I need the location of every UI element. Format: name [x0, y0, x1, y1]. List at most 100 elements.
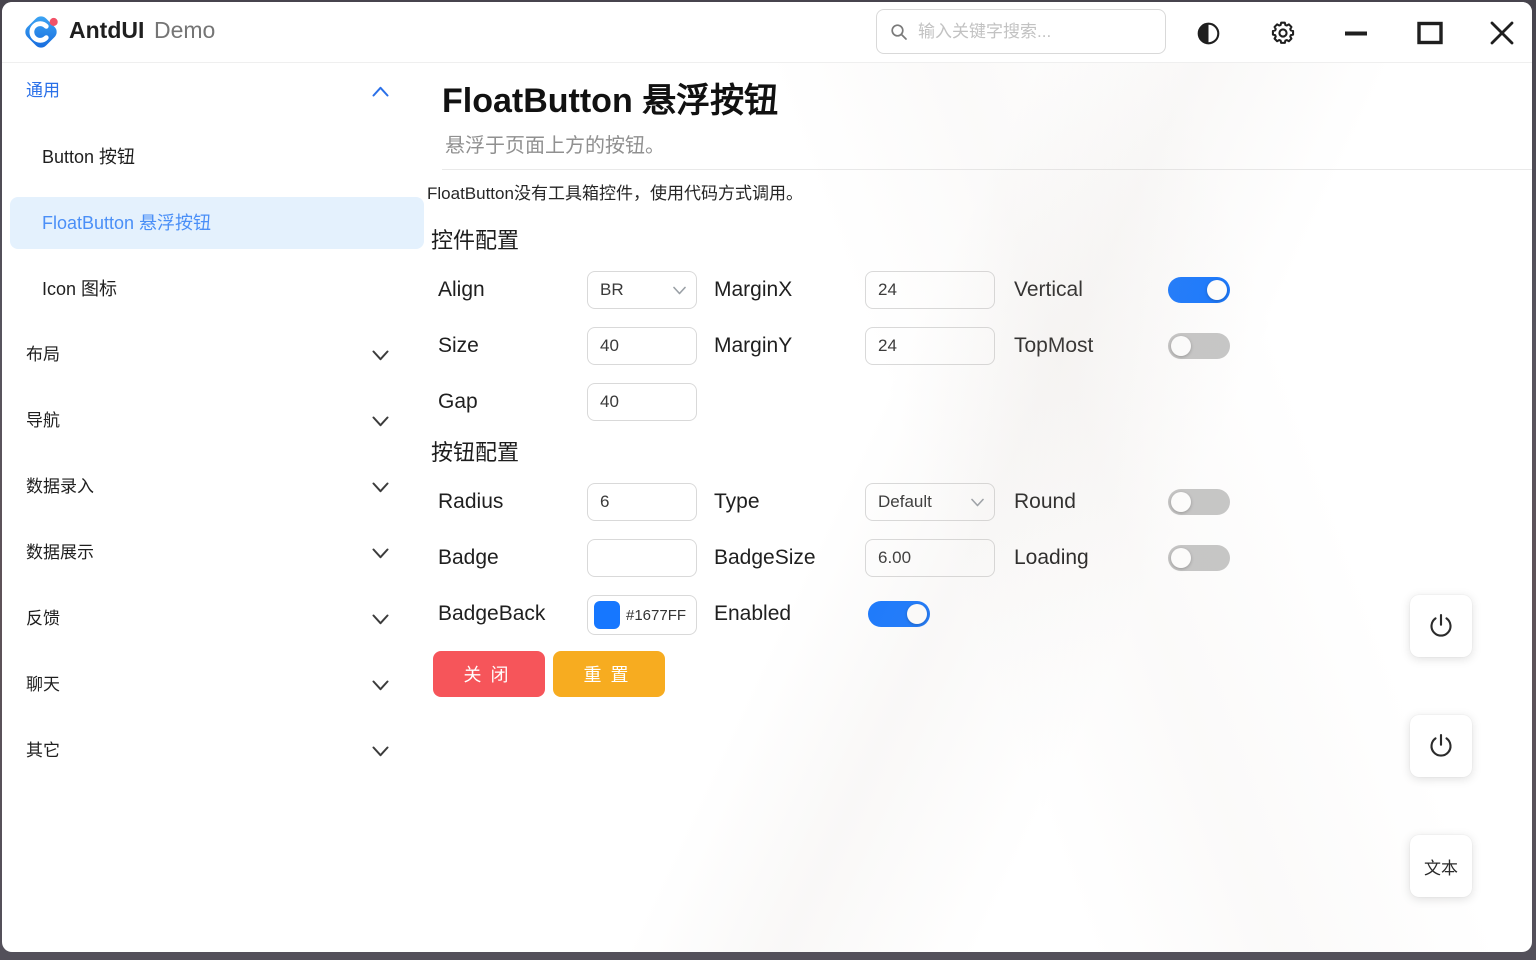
main-content: FloatButton 悬浮按钮 悬浮于页面上方的按钮。 FloatButton… [432, 63, 1532, 952]
divider [442, 169, 1532, 170]
marginx-label: MarginX [714, 275, 792, 305]
radius-label: Radius [438, 487, 503, 517]
maximize-button[interactable] [1412, 15, 1448, 51]
badgeback-value: #1677FF [626, 607, 686, 624]
float-button-power-1[interactable] [1410, 595, 1472, 657]
sidebar-item-floatbutton[interactable]: FloatButton 悬浮按钮 [10, 197, 424, 249]
sidebar-item-button[interactable]: Button 按钮 [10, 131, 424, 183]
toggle-knob [907, 604, 927, 624]
sidebar-group-label: 布局 [26, 340, 60, 370]
search-input[interactable] [916, 21, 1150, 43]
float-button-power-2[interactable] [1410, 715, 1472, 777]
sidebar-group-general[interactable]: 通用 [2, 76, 432, 106]
close-button[interactable]: 关闭 [433, 651, 545, 697]
app-window: AntdUI Demo [2, 2, 1532, 952]
reset-button[interactable]: 重置 [553, 651, 665, 697]
toggle-knob [1171, 336, 1191, 356]
power-icon [1426, 611, 1456, 641]
sidebar-group-data-entry[interactable]: 数据录入 [2, 472, 432, 502]
minimize-button[interactable] [1338, 15, 1374, 51]
float-button-text[interactable]: 文本 [1410, 835, 1472, 897]
sidebar-group-other[interactable]: 其它 [2, 736, 432, 766]
badgesize-label: BadgeSize [714, 543, 816, 573]
sidebar-group-label: 数据展示 [26, 538, 94, 568]
vertical-label: Vertical [1014, 275, 1083, 305]
type-select[interactable]: Default [865, 483, 995, 521]
topmost-toggle[interactable] [1168, 333, 1230, 359]
app-logo-icon [20, 11, 62, 53]
chevron-down-icon [971, 498, 984, 507]
minimize-icon [1344, 21, 1368, 45]
sidebar-group-label: 其它 [26, 736, 60, 766]
toggle-knob [1171, 548, 1191, 568]
sidebar-group-label: 导航 [26, 406, 60, 436]
close-icon [1489, 20, 1515, 46]
sidebar-item-icon[interactable]: Icon 图标 [10, 263, 424, 315]
sidebar-group-layout[interactable]: 布局 [2, 340, 432, 370]
sidebar-item-label: Button 按钮 [42, 143, 135, 171]
radius-input[interactable] [587, 483, 697, 521]
search-box[interactable] [876, 9, 1166, 54]
toggle-knob [1171, 492, 1191, 512]
vertical-toggle[interactable] [1168, 277, 1230, 303]
toggle-knob [1207, 280, 1227, 300]
sidebar-group-label: 反馈 [26, 604, 60, 634]
sidebar-item-label: FloatButton 悬浮按钮 [42, 209, 211, 237]
theme-toggle-button[interactable] [1190, 15, 1226, 51]
align-select[interactable]: BR [587, 271, 697, 309]
sidebar-group-label: 通用 [26, 76, 60, 106]
round-toggle[interactable] [1168, 489, 1230, 515]
align-label: Align [438, 275, 485, 305]
gear-icon [1270, 20, 1296, 46]
marginy-input[interactable] [865, 327, 995, 365]
topmost-label: TopMost [1014, 331, 1093, 361]
chevron-down-icon [372, 548, 389, 559]
close-window-button[interactable] [1484, 15, 1520, 51]
sidebar: 通用 Button 按钮 FloatButton 悬浮按钮 Icon 图标 布局… [2, 63, 432, 952]
round-label: Round [1014, 487, 1076, 517]
badgesize-input[interactable] [865, 539, 995, 577]
chevron-down-icon [673, 286, 686, 295]
gap-label: Gap [438, 387, 478, 417]
sidebar-group-feedback[interactable]: 反馈 [2, 604, 432, 634]
sidebar-group-data-display[interactable]: 数据展示 [2, 538, 432, 568]
loading-toggle[interactable] [1168, 545, 1230, 571]
maximize-icon [1417, 21, 1443, 45]
loading-label: Loading [1014, 543, 1089, 573]
chevron-up-icon [372, 86, 389, 97]
app-title: AntdUI [69, 17, 144, 44]
page-subtitle: 悬浮于页面上方的按钮。 [445, 129, 665, 158]
sidebar-group-chat[interactable]: 聊天 [2, 670, 432, 700]
app-subtitle: Demo [154, 17, 215, 44]
chevron-down-icon [372, 350, 389, 361]
color-swatch [594, 601, 620, 629]
badge-input[interactable] [587, 539, 697, 577]
power-icon [1426, 731, 1456, 761]
titlebar: AntdUI Demo [2, 2, 1532, 63]
sidebar-group-label: 聊天 [26, 670, 60, 700]
chevron-down-icon [372, 482, 389, 493]
chevron-down-icon [372, 614, 389, 625]
enabled-toggle[interactable] [868, 601, 930, 627]
sidebar-group-navigation[interactable]: 导航 [2, 406, 432, 436]
chevron-down-icon [372, 746, 389, 757]
sidebar-group-label: 数据录入 [26, 472, 94, 502]
size-label: Size [438, 331, 479, 361]
section-title-control-config: 控件配置 [431, 226, 519, 256]
badgeback-label: BadgeBack [438, 599, 545, 629]
float-button-text-label: 文本 [1424, 854, 1458, 879]
align-select-value: BR [600, 280, 624, 300]
settings-button[interactable] [1265, 15, 1301, 51]
type-label: Type [714, 487, 760, 517]
badgeback-color-input[interactable]: #1677FF [587, 595, 697, 635]
chevron-down-icon [372, 680, 389, 691]
search-icon [890, 23, 908, 41]
gap-input[interactable] [587, 383, 697, 421]
contrast-icon [1196, 21, 1221, 46]
type-select-value: Default [878, 492, 932, 512]
size-input[interactable] [587, 327, 697, 365]
marginx-input[interactable] [865, 271, 995, 309]
sidebar-item-label: Icon 图标 [42, 275, 117, 303]
enabled-label: Enabled [714, 599, 791, 629]
section-title-button-config: 按钮配置 [431, 438, 519, 468]
